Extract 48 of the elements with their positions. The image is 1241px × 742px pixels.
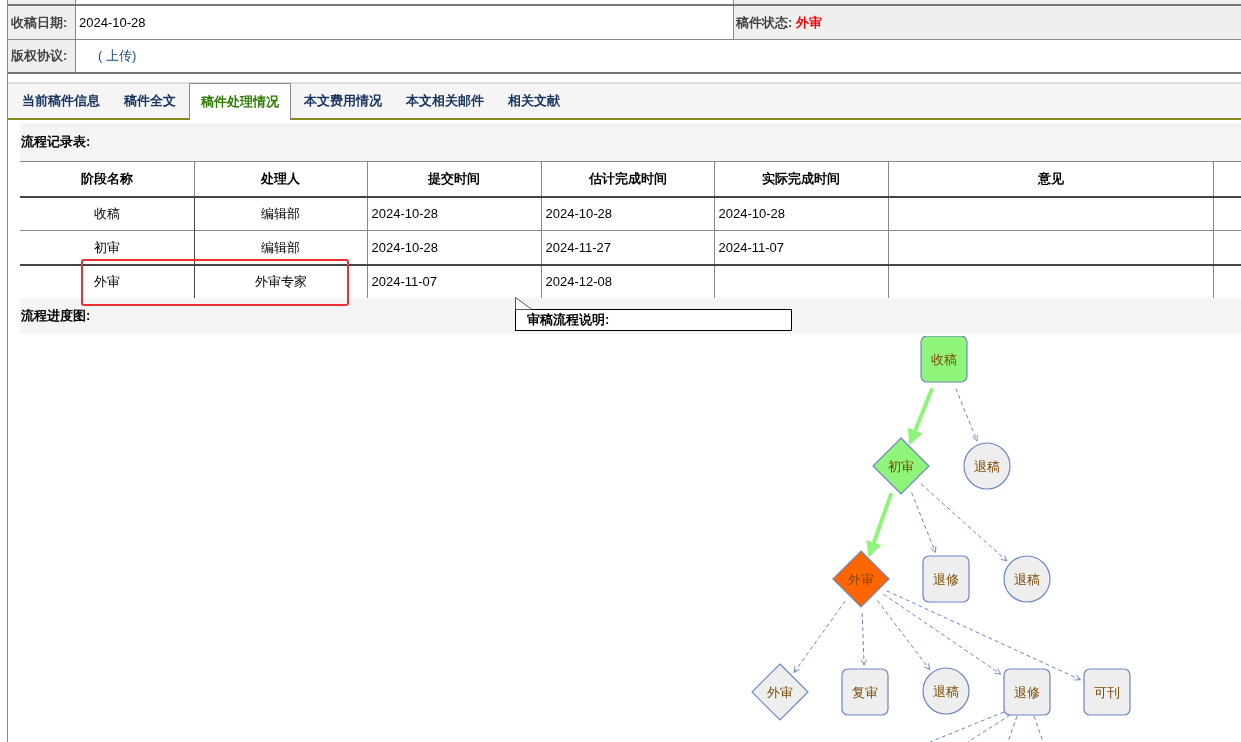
table-cell: 2024-12-08 xyxy=(545,273,612,289)
field-label: 稿件状态: xyxy=(736,13,793,32)
table-cell: 外审 xyxy=(93,273,120,289)
column-header: 阶段名称 xyxy=(20,161,194,197)
flow-node: 复审 xyxy=(841,668,889,716)
section-title: 流程记录表: xyxy=(21,133,91,152)
table-cell: 2024-10-28 xyxy=(371,239,438,255)
flow-node: 退稿 xyxy=(922,667,970,715)
column-header: 提交时间 xyxy=(367,161,541,197)
table-cell: 收稿 xyxy=(93,206,120,221)
upload-link[interactable]: ( 上传) xyxy=(98,46,137,66)
dashed-arrow xyxy=(860,612,868,666)
table-cell: 2024-11-07 xyxy=(371,273,438,289)
tab[interactable]: 本文相关邮件 xyxy=(395,83,495,118)
flow-node: 退稿 xyxy=(963,442,1011,490)
column-header: 实际完成时间 xyxy=(714,161,888,197)
table-cell: 编辑部 xyxy=(261,239,300,255)
column-header: 意见 xyxy=(888,161,1213,197)
flow-node: 退修 xyxy=(922,555,970,603)
table-cell: 2024-11-27 xyxy=(545,239,612,255)
table-cell: 编辑部 xyxy=(261,206,300,221)
table-cell: 初审 xyxy=(93,239,120,255)
flow-node: 初审 xyxy=(872,437,930,495)
table-cell: 2024-10-28 xyxy=(545,206,612,221)
tab[interactable]: 相关文献 xyxy=(497,83,571,118)
tab[interactable]: 本文费用情况 xyxy=(293,83,393,118)
section-title: 流程进度图: xyxy=(21,306,91,325)
table-cell: 外审专家 xyxy=(254,273,307,289)
tab[interactable]: 稿件处理情况 xyxy=(189,83,291,120)
flow-node: 可刊 xyxy=(1083,668,1131,716)
flow-arrow xyxy=(866,492,894,558)
tab[interactable]: 稿件全文 xyxy=(113,83,187,118)
tab[interactable]: 当前稿件信息 xyxy=(11,83,111,118)
table-cell: 2024-10-28 xyxy=(718,206,785,221)
column-header: 处理人 xyxy=(194,161,367,197)
field-value: 2024-10-28 xyxy=(79,13,146,32)
table-cell: 2024-10-28 xyxy=(371,206,438,221)
field-label: 收稿日期: xyxy=(11,13,68,32)
flow-node: 收稿 xyxy=(920,336,968,383)
flow-arrow xyxy=(907,387,934,446)
flow-node: 外审 xyxy=(832,550,890,608)
flow-node: 退稿 xyxy=(1003,555,1051,603)
table-cell: 2024-11-07 xyxy=(718,239,785,255)
field-label: 版权协议: xyxy=(11,47,68,66)
flow-node: 外审 xyxy=(751,663,809,721)
flow-node: 退修 xyxy=(1003,668,1051,716)
column-header: 估计完成时间 xyxy=(541,161,714,197)
status-value: 外审 xyxy=(796,13,823,32)
